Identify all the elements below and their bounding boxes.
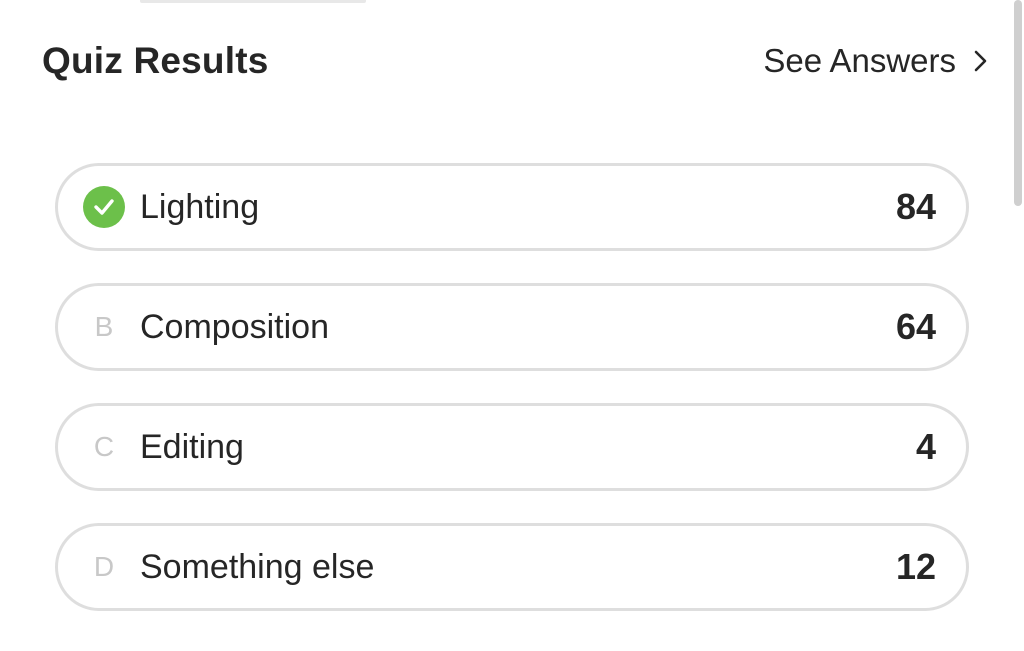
option-label: Composition xyxy=(140,307,329,346)
page-title: Quiz Results xyxy=(42,40,269,81)
option-count: 12 xyxy=(895,546,936,587)
see-answers-label: See Answers xyxy=(763,42,956,79)
quiz-results-header: Quiz Results See Answers xyxy=(42,36,988,86)
option-marker: C xyxy=(82,425,126,469)
option-label: Editing xyxy=(140,427,244,466)
option-count: 64 xyxy=(895,306,936,347)
option-count: 4 xyxy=(915,426,936,467)
option-letter: D xyxy=(93,551,115,582)
option-b-composition[interactable]: B Composition 64 xyxy=(55,283,969,371)
option-label: Something else xyxy=(140,547,375,586)
option-count: 84 xyxy=(895,186,936,227)
option-a-lighting[interactable]: Lighting 84 xyxy=(55,163,969,251)
quiz-results-screen: Quiz Results See Answers Lighting 84 B C… xyxy=(0,0,1024,651)
scrollbar[interactable] xyxy=(1014,0,1022,206)
option-d-something-else[interactable]: D Something else 12 xyxy=(55,523,969,611)
chevron-right-icon xyxy=(974,50,988,72)
option-marker: B xyxy=(82,305,126,349)
option-label: Lighting xyxy=(140,187,260,226)
option-marker xyxy=(82,185,126,229)
option-marker: D xyxy=(82,545,126,589)
see-answers-link[interactable]: See Answers xyxy=(763,42,988,80)
option-letter: C xyxy=(93,431,115,462)
option-c-editing[interactable]: C Editing 4 xyxy=(55,403,969,491)
option-letter: B xyxy=(94,311,114,342)
answer-options-list: Lighting 84 B Composition 64 C Editing 4… xyxy=(55,163,969,643)
top-tab-edge xyxy=(140,0,366,3)
check-circle-icon xyxy=(83,186,125,228)
